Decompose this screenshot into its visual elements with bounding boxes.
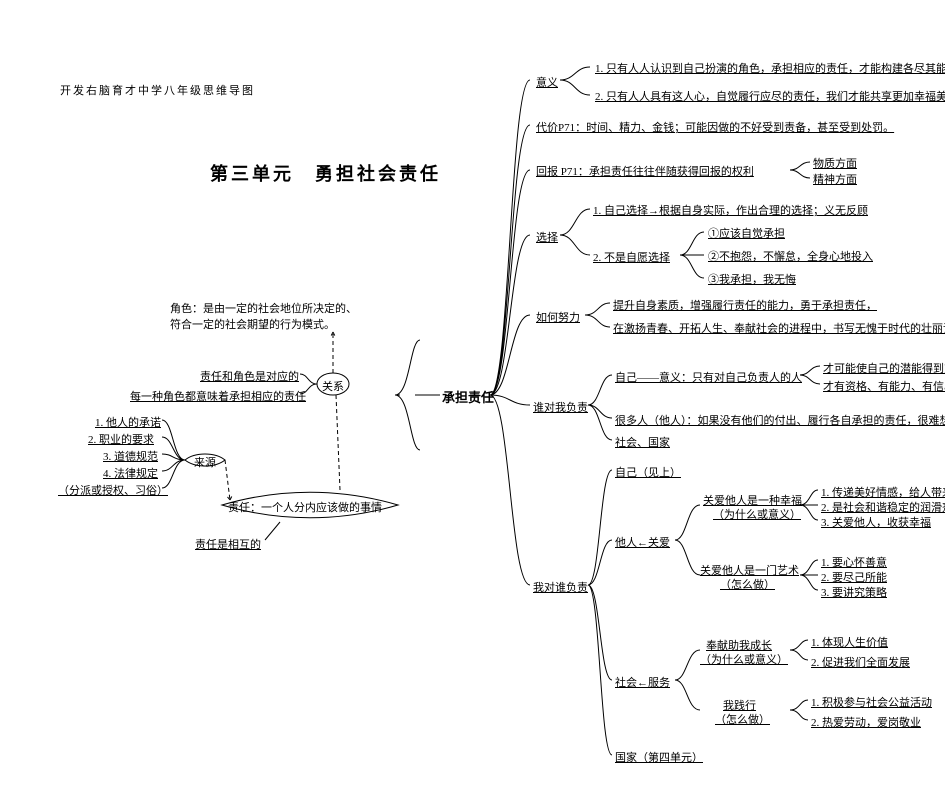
src-2: 2. 职业的要求	[88, 431, 154, 447]
duty-def: 责任：一个人分内应该做的事情	[228, 499, 382, 515]
wds-country: 国家（第四单元）	[615, 749, 703, 765]
wds-other-q2b: （怎么做）	[720, 576, 775, 592]
wds-soc-q1-1: 1. 体现人生价值	[811, 634, 888, 650]
sheidui-b: 很多人（他人）：如果没有他们的付出、履行各自承担的责任，很难想象我们的生活会	[615, 412, 945, 428]
wds-soc-q1-2: 2. 促进我们全面发展	[811, 654, 910, 670]
src-3: 3. 道德规范	[103, 448, 158, 464]
xuanze-b1: ①应该自觉承担	[708, 225, 785, 241]
mutual: 责任是相互的	[195, 536, 261, 552]
sheidui-c: 社会、国家	[615, 434, 670, 450]
huibao-a: 物质方面	[813, 155, 857, 171]
src-5: （分派或授权、习俗）	[58, 482, 168, 498]
wds-other-q1b: （为什么或意义）	[713, 506, 801, 522]
wds-other-q2-2: 2. 要尽己所能	[821, 569, 887, 585]
rel-b: 每一种角色都意味着承担相应的责任	[130, 388, 306, 404]
nuli-a: 提升自身素质，增强履行责任的能力，勇于承担责任，	[613, 297, 877, 313]
rel-label: 关系	[322, 378, 344, 394]
huibao-label: 回报 P71：承担责任往往伴随获得回报的权利	[536, 163, 754, 179]
root: 承担责任	[442, 387, 494, 406]
wds-other-q2-1: 1. 要心怀善意	[821, 554, 887, 570]
daijia: 代价P71：时间、精力、金钱；可能因做的不好受到责备，甚至受到处罚。	[536, 119, 894, 135]
xuanze-b: 2. 不是自愿选择	[593, 249, 670, 265]
role-def-2: 符合一定的社会期望的行为模式。	[170, 316, 335, 332]
woduishei-label: 我对谁负责	[533, 579, 588, 595]
sheidui-label: 谁对我负责	[533, 399, 588, 415]
xuanze-a: 1. 自己选择→根据自身实际，作出合理的选择；义无反顾	[593, 202, 868, 218]
wds-soc-label: 社会←服务	[615, 674, 670, 690]
sheidui-a2: 才有资格、有能力、有信心承担起时代和国	[823, 378, 945, 394]
src-4: 4. 法律规定	[103, 465, 158, 481]
wds-soc-q2-2: 2. 热爱劳动，爱岗敬业	[811, 714, 921, 730]
page-header: 开发右脑育才中学八年级思维导图	[60, 82, 255, 98]
xuanze-label: 选择	[536, 229, 558, 245]
wds-other-label: 他人←关爱	[615, 534, 670, 550]
rel-a: 责任和角色是对应的	[200, 368, 299, 384]
src-label: 来源	[194, 454, 216, 470]
yiyi-label: 意义	[536, 74, 558, 90]
yiyi-1: 1. 只有人人认识到自己扮演的角色，承担相应的责任，才能构建各尽其能、各得其所而…	[595, 60, 945, 76]
wds-other-q1-2: 2. 是社会和谐稳定的润滑剂和正能量	[821, 499, 945, 515]
unit-title: 第三单元 勇担社会责任	[210, 160, 441, 186]
wds-soc-q2b: （怎么做）	[715, 711, 770, 727]
nuli-label: 如何努力	[536, 309, 580, 325]
yiyi-2: 2. 只有人人具有这人心，自觉履行应尽的责任，我们才能共享更加幸福美好的生活。P…	[595, 88, 945, 104]
role-def-1: 角色：是由一定的社会地位所决定的、	[170, 300, 357, 316]
xuanze-b2: ②不抱怨，不懈怠，全身心地投入	[708, 248, 873, 264]
xuanze-b3: ③我承担，我无悔	[708, 271, 796, 287]
wds-other-q2-3: 3. 要讲究策略	[821, 584, 887, 600]
nuli-b: 在激扬青春、开拓人生、奉献社会的进程中，书写无愧于时代的壮丽诗篇	[613, 320, 945, 336]
src-1: 1. 他人的承诺	[95, 414, 161, 430]
wds-other-q1-1: 1. 传递美好情感，给人带来温暖和希望，是维系	[821, 484, 945, 500]
wds-soc-q1b: （为什么或意义）	[700, 651, 788, 667]
wds-other-q1-3: 3. 关爱他人，收获幸福	[821, 514, 931, 530]
huibao-b: 精神方面	[813, 171, 857, 187]
wds-soc-q2-1: 1. 积极参与社会公益活动	[811, 694, 932, 710]
sheidui-a: 自己——意义：只有对自己负责人的人	[615, 369, 802, 385]
wds-self: 自己（见上）	[615, 464, 681, 480]
sheidui-a1: 才可能使自己的潜能得到充分挖掘和发挥，	[823, 360, 945, 376]
